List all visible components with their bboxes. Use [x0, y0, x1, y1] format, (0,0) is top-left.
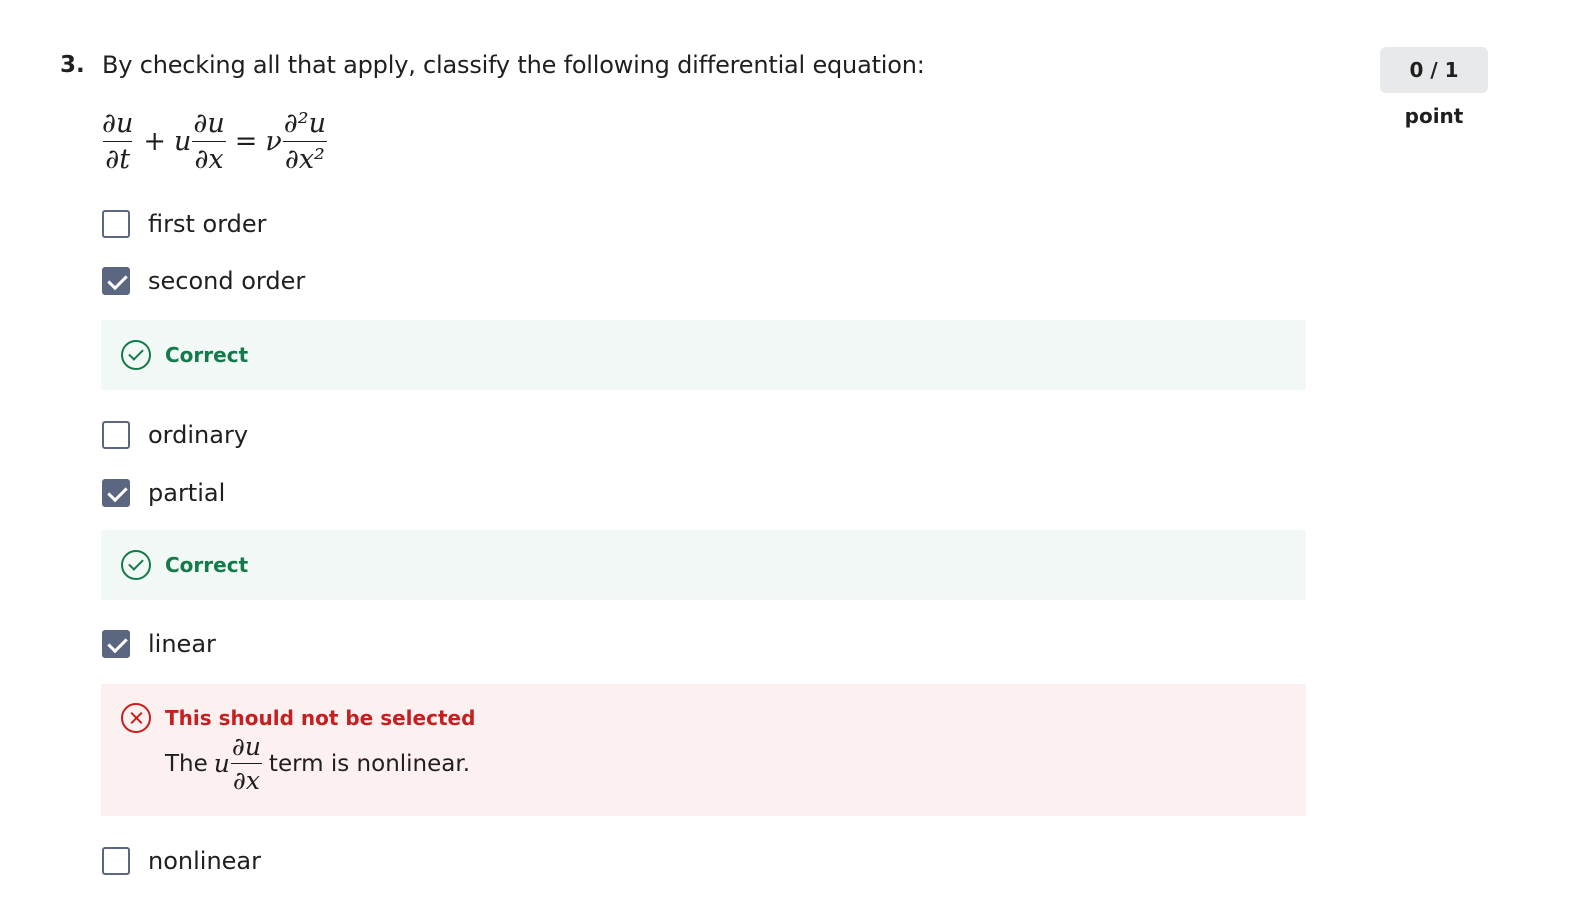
fraction-du-dx: ∂u ∂x [191, 108, 226, 175]
explanation-suffix: term is nonlinear. [268, 750, 471, 777]
option-partial[interactable]: partial [102, 478, 225, 508]
checkbox-checked[interactable] [102, 267, 130, 295]
variable-u: u [173, 126, 192, 157]
option-second-order[interactable]: second order [102, 266, 305, 296]
checkbox-checked[interactable] [102, 630, 130, 658]
numerator: ∂u [102, 108, 134, 139]
points-badge: 0 / 1 point [1380, 47, 1488, 128]
equals-sign: = [234, 126, 258, 157]
explanation-prefix: The [165, 750, 208, 777]
option-label: partial [148, 479, 226, 507]
denominator: ∂x² [282, 141, 327, 175]
denominator: ∂x [230, 763, 262, 795]
feedback-incorrect: This should not be selected The u ∂u ∂x … [101, 684, 1306, 816]
option-nonlinear[interactable]: nonlinear [102, 846, 261, 876]
option-label: nonlinear [148, 847, 261, 875]
variable-u: u [213, 749, 230, 778]
denominator: ∂t [103, 141, 133, 175]
feedback-correct: Correct [101, 530, 1306, 600]
denominator: ∂x [192, 141, 226, 175]
check-circle-icon [121, 340, 151, 370]
variable-nu: ν [265, 126, 282, 157]
fraction-d2u-dx2: ∂²u ∂x² [282, 108, 328, 175]
option-label: first order [148, 210, 267, 238]
checkbox[interactable] [102, 847, 130, 875]
numerator: ∂u [193, 108, 225, 139]
plus-sign: + [143, 126, 166, 157]
feedback-status: Correct [165, 343, 249, 367]
feedback-status: Correct [165, 553, 249, 577]
x-circle-icon [121, 703, 151, 733]
checkbox-checked[interactable] [102, 479, 130, 507]
checkbox[interactable] [102, 421, 130, 449]
question-number: 3. [60, 52, 85, 78]
option-label: second order [148, 267, 306, 295]
equation: ∂u ∂t + u ∂u ∂x = ν ∂²u ∂x² [100, 108, 328, 175]
question-text: By checking all that apply, classify the… [102, 51, 925, 79]
option-label: ordinary [148, 421, 249, 449]
feedback-explanation: The u ∂u ∂x term is nonlinear. [165, 732, 470, 795]
option-label: linear [148, 630, 216, 658]
numerator: ∂²u [283, 108, 326, 139]
feedback-correct: Correct [101, 320, 1306, 390]
fraction-du-dt: ∂u ∂t [100, 108, 135, 175]
option-first-order[interactable]: first order [102, 209, 267, 239]
option-linear[interactable]: linear [102, 629, 216, 659]
feedback-status: This should not be selected [165, 706, 476, 730]
option-ordinary[interactable]: ordinary [102, 420, 248, 450]
numerator: ∂u [231, 732, 261, 761]
fraction-du-dx: ∂u ∂x [230, 732, 263, 795]
explanation-math: u ∂u ∂x [208, 732, 269, 795]
checkbox[interactable] [102, 210, 130, 238]
check-circle-icon [121, 550, 151, 580]
